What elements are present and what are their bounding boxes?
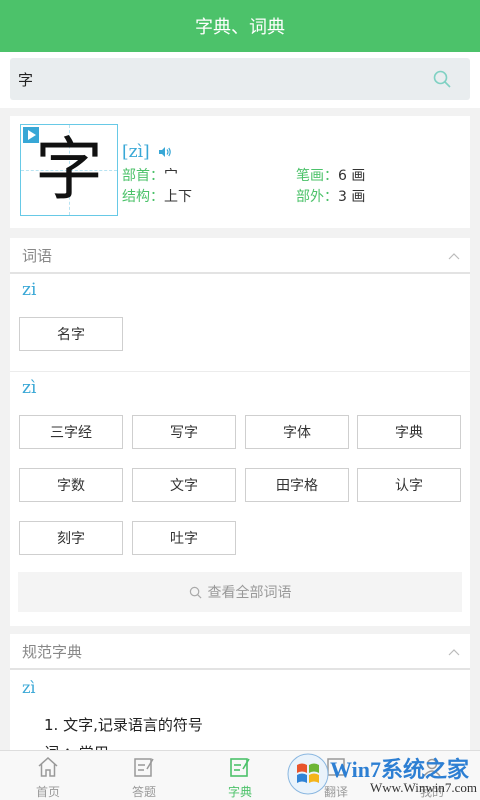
chevron-up-icon[interactable] <box>448 648 460 656</box>
search-input[interactable] <box>18 70 418 88</box>
tab-label: 字典 <box>227 785 252 799</box>
view-all-words-button[interactable]: 查看全部词语 <box>18 572 462 612</box>
words-card: 词语 zi 名字 zì 三字经 写字 字体 字典 字数 文字 田字格 认字 刻字… <box>10 238 470 626</box>
words-section-header[interactable]: 词语 <box>10 238 470 274</box>
word-button[interactable]: 三字经 <box>19 415 123 449</box>
word-button[interactable]: 认字 <box>357 468 461 502</box>
structure-value: 上下 <box>164 189 192 205</box>
search-box[interactable] <box>10 58 470 100</box>
tab-dictionary[interactable]: 字典 <box>192 751 288 800</box>
character-pinyin: [zì] <box>122 142 150 162</box>
tab-quiz[interactable]: 答题 <box>96 751 192 800</box>
watermark: Win7系统之家 Www.Winwin7.com <box>284 748 480 800</box>
word-button[interactable]: 名字 <box>19 317 123 351</box>
edit-icon <box>134 758 154 777</box>
tab-label: 首页 <box>35 785 60 799</box>
character-writing-box[interactable]: 字 <box>20 124 118 216</box>
dictionary-icon <box>230 758 250 777</box>
strokes-row: 笔画：6 画 <box>296 165 365 185</box>
radical-label: 部首： <box>122 168 164 184</box>
radical-row: 部首：宀 <box>122 165 178 185</box>
strokes-label: 笔画： <box>296 168 338 184</box>
word-group-pinyin: zi <box>22 280 37 300</box>
play-icon[interactable] <box>23 127 39 143</box>
word-button[interactable]: 吐字 <box>132 521 236 555</box>
app-header: 字典、词典 <box>0 0 480 52</box>
word-button[interactable]: 刻字 <box>19 521 123 555</box>
home-icon <box>38 756 58 777</box>
search-bar <box>0 52 480 108</box>
search-icon[interactable] <box>432 69 452 89</box>
extra-strokes-label: 部外： <box>296 189 338 205</box>
words-section-title: 词语 <box>22 247 53 265</box>
speaker-icon[interactable] <box>158 146 172 158</box>
word-button[interactable]: 字数 <box>19 468 123 502</box>
tab-label: 答题 <box>131 785 156 799</box>
radical-value: 宀 <box>164 168 178 184</box>
word-button[interactable]: 写字 <box>132 415 236 449</box>
character-card: 字 [zì] 部首：宀 笔画：6 画 结构：上下 部外：3 画 <box>10 116 470 228</box>
word-button[interactable]: 字体 <box>245 415 349 449</box>
word-button[interactable]: 田字格 <box>245 468 349 502</box>
word-button[interactable]: 字典 <box>357 415 461 449</box>
watermark-url: Www.Winwin7.com <box>370 780 477 795</box>
view-all-words-label: 查看全部词语 <box>207 585 292 601</box>
structure-row: 结构：上下 <box>122 186 192 206</box>
dictionary-section-header[interactable]: 规范字典 <box>10 634 470 670</box>
windows-logo-icon <box>287 753 329 795</box>
page-title: 字典、词典 <box>195 17 285 38</box>
definition-item: 词 ：常用 <box>44 742 109 750</box>
dictionary-card: 规范字典 zì 1. 文字,记录语言的符号 词 ：常用 <box>10 634 470 750</box>
divider <box>10 371 470 372</box>
word-button[interactable]: 文字 <box>132 468 236 502</box>
extra-strokes-value: 3 画 <box>338 189 366 205</box>
definition-item: 1. 文字,记录语言的符号 <box>44 716 203 734</box>
search-icon <box>189 586 201 598</box>
tab-home[interactable]: 首页 <box>0 751 96 800</box>
structure-label: 结构： <box>122 189 164 205</box>
dictionary-section-title: 规范字典 <box>22 643 83 661</box>
chevron-up-icon[interactable] <box>448 252 460 260</box>
strokes-value: 6 画 <box>338 168 366 184</box>
extra-strokes-row: 部外：3 画 <box>296 186 365 206</box>
word-group-pinyin: zì <box>22 378 37 398</box>
dictionary-pinyin: zì <box>22 678 36 697</box>
